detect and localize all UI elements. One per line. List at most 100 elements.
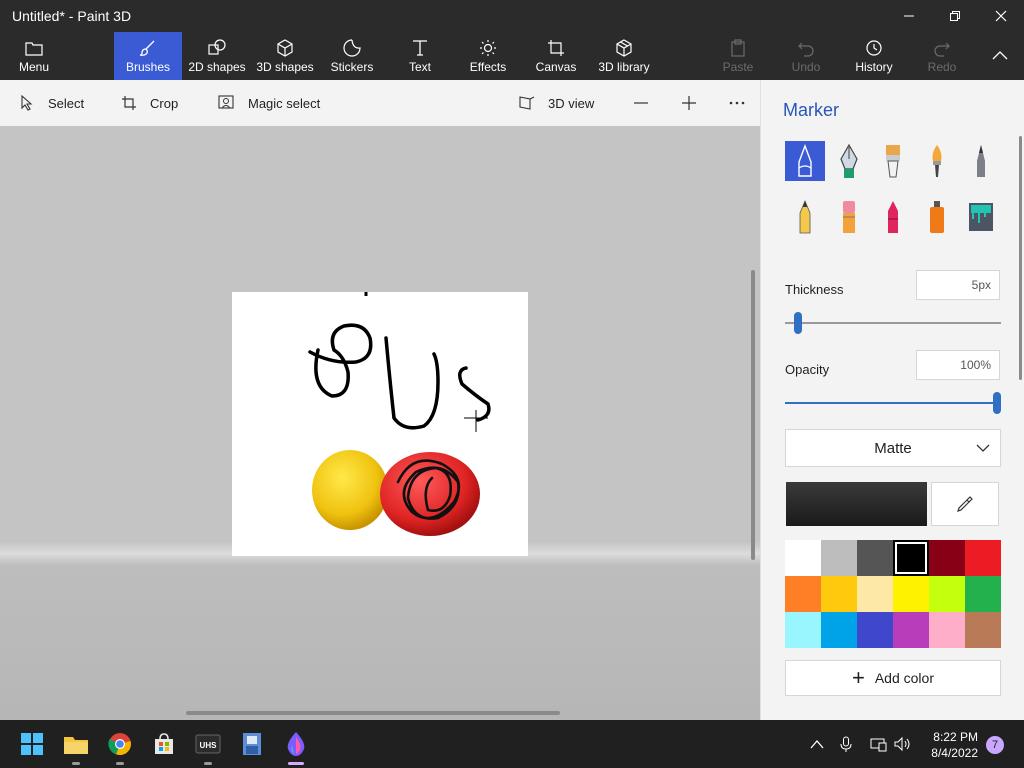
tab-canvas[interactable]: Canvas <box>532 32 580 80</box>
restore-button[interactable] <box>932 0 978 32</box>
opacity-label: Opacity <box>785 362 830 377</box>
tab-text[interactable]: Text <box>398 32 442 80</box>
color-swatch[interactable] <box>857 576 893 612</box>
system-clock[interactable]: 8:22 PM 8/4/2022 <box>920 729 978 761</box>
microsoft-store-icon[interactable] <box>148 728 180 760</box>
network-icon[interactable] <box>870 720 888 768</box>
color-swatch[interactable] <box>785 576 821 612</box>
color-swatch[interactable] <box>821 576 857 612</box>
undo-icon <box>797 38 815 58</box>
opacity-input[interactable]: 100% <box>916 350 1000 380</box>
crop-button[interactable]: Crop <box>118 80 178 126</box>
tab-3d-library[interactable]: 3D library <box>596 32 652 80</box>
fill-bucket-icon <box>969 203 993 231</box>
redo-button[interactable]: Redo <box>922 32 962 80</box>
show-hidden-icons-button[interactable] <box>810 720 824 768</box>
crop-icon <box>118 92 140 114</box>
collapse-ribbon-button[interactable] <box>982 32 1018 80</box>
color-swatch[interactable] <box>929 612 965 648</box>
color-swatch[interactable] <box>893 576 929 612</box>
color-swatch[interactable] <box>929 540 965 576</box>
film-app-icon[interactable] <box>236 728 268 760</box>
undo-button[interactable]: Undo <box>786 32 826 80</box>
color-swatch[interactable] <box>821 612 857 648</box>
file-explorer-icon[interactable] <box>60 728 92 765</box>
color-swatch[interactable] <box>929 576 965 612</box>
color-swatch[interactable] <box>893 612 929 648</box>
spray-can-brush[interactable] <box>917 197 957 237</box>
horizontal-scrollbar[interactable] <box>186 711 560 715</box>
select-button[interactable]: Select <box>16 80 84 126</box>
brush-icon <box>139 38 157 58</box>
drawing-canvas[interactable] <box>232 292 528 556</box>
zoom-in-button[interactable] <box>678 80 710 126</box>
minus-icon <box>630 92 652 114</box>
vhs-app-icon[interactable]: UHS <box>192 728 224 765</box>
watercolor-brush[interactable] <box>917 141 957 181</box>
finish-dropdown[interactable]: Matte <box>785 429 1001 467</box>
clock-time: 8:22 PM <box>933 730 978 744</box>
microphone-icon[interactable] <box>840 720 852 768</box>
workspace[interactable] <box>0 126 760 720</box>
thickness-slider-thumb[interactable] <box>793 312 802 334</box>
chevron-up-icon <box>810 740 824 749</box>
notification-badge[interactable]: 7 <box>986 736 1004 754</box>
tab-effects[interactable]: Effects <box>466 32 510 80</box>
color-palette <box>785 540 1001 648</box>
color-swatch[interactable] <box>965 612 1001 648</box>
color-swatch[interactable] <box>965 576 1001 612</box>
paste-button[interactable]: Paste <box>718 32 758 80</box>
color-swatch[interactable] <box>857 540 893 576</box>
opacity-slider-thumb[interactable] <box>993 392 1001 414</box>
calligraphy-pen-brush[interactable] <box>829 141 869 181</box>
zoom-out-button[interactable] <box>630 80 662 126</box>
more-options-button[interactable] <box>726 80 758 126</box>
minimize-button[interactable] <box>886 0 932 32</box>
tab-brushes[interactable]: Brushes <box>114 32 182 80</box>
tab-stickers[interactable]: Stickers <box>326 32 378 80</box>
chrome-icon[interactable] <box>104 728 136 765</box>
3d-view-button[interactable]: 3D view <box>516 80 594 126</box>
color-swatch[interactable] <box>785 540 821 576</box>
plus-icon <box>678 92 700 114</box>
color-swatch[interactable] <box>857 612 893 648</box>
history-button[interactable]: History <box>850 32 898 80</box>
redo-icon <box>933 38 951 58</box>
color-swatch[interactable] <box>821 540 857 576</box>
eyedropper-button[interactable] <box>931 482 999 526</box>
menu-button[interactable]: Menu <box>8 32 60 80</box>
marker-icon <box>798 144 812 177</box>
tab-2d-shapes[interactable]: 2D shapes <box>186 32 248 80</box>
add-color-button[interactable]: + Add color <box>785 660 1001 696</box>
pixel-pen-brush[interactable] <box>961 141 1001 181</box>
panel-scrollbar[interactable] <box>1019 136 1022 380</box>
thickness-slider[interactable] <box>785 322 1001 324</box>
current-color-swatch[interactable] <box>786 482 927 526</box>
color-swatch[interactable] <box>893 540 929 576</box>
crayon-brush[interactable] <box>873 197 913 237</box>
fill-brush[interactable] <box>961 197 1001 237</box>
pencil-brush[interactable] <box>785 197 825 237</box>
text-icon <box>411 38 429 58</box>
color-swatch[interactable] <box>965 540 1001 576</box>
spray-can-icon <box>930 201 944 233</box>
vertical-scrollbar[interactable] <box>751 270 755 560</box>
thickness-input[interactable]: 5px <box>916 270 1000 300</box>
sun-icon <box>479 38 497 58</box>
close-button[interactable] <box>978 0 1024 32</box>
windows-start-icon[interactable] <box>16 728 48 760</box>
eraser-brush[interactable] <box>829 197 869 237</box>
pixel-pen-icon <box>977 145 985 177</box>
magic-select-button[interactable]: Magic select <box>216 80 320 126</box>
marker-brush[interactable] <box>785 141 825 181</box>
paint3d-icon[interactable] <box>280 728 312 765</box>
panel-title: Marker <box>783 100 840 120</box>
clock-date: 8/4/2022 <box>931 746 978 760</box>
magic-select-icon <box>216 92 238 114</box>
2d-shapes-icon <box>208 38 226 58</box>
oil-brush[interactable] <box>873 141 913 181</box>
canvas-icon <box>547 38 565 58</box>
tab-3d-shapes[interactable]: 3D shapes <box>254 32 316 80</box>
volume-icon[interactable] <box>894 720 912 768</box>
color-swatch[interactable] <box>785 612 821 648</box>
